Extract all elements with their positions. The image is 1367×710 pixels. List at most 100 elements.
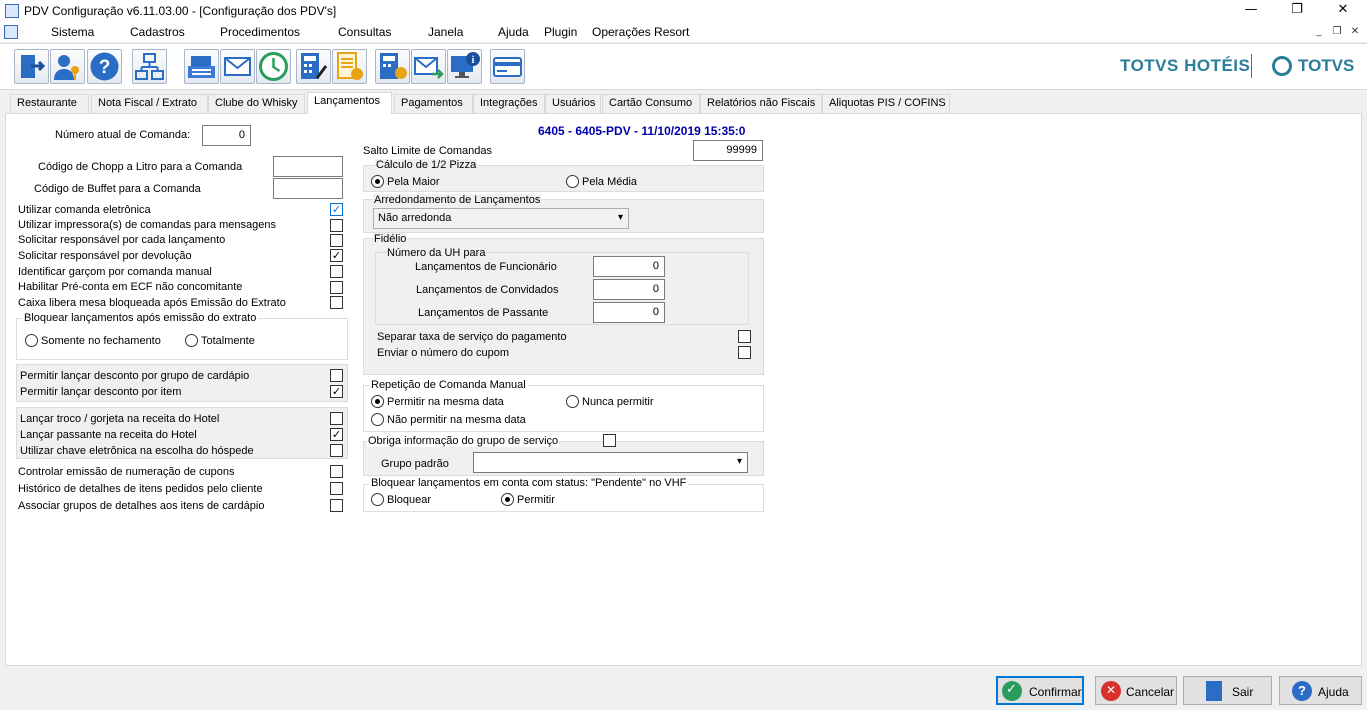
- menu-janela[interactable]: Janela: [428, 25, 463, 39]
- nunca-permitir-label: Nunca permitir: [582, 396, 654, 408]
- bloquear-radio[interactable]: [371, 493, 384, 506]
- opt-impressora-checkbox[interactable]: [330, 219, 343, 232]
- tab-clube-whisky[interactable]: Clube do Whisky: [208, 94, 305, 113]
- numero-atual-label: Número atual de Comanda:: [55, 129, 191, 141]
- tab-usuarios[interactable]: Usuários: [545, 94, 601, 113]
- tab-pagamentos[interactable]: Pagamentos: [394, 94, 473, 113]
- credit-card-icon[interactable]: [490, 49, 525, 84]
- menu-ajuda[interactable]: Ajuda: [498, 25, 529, 39]
- totalmente-label: Totalmente: [201, 335, 255, 347]
- desconto-item-checkbox[interactable]: ✓: [330, 385, 343, 398]
- maximize-button[interactable]: ❐: [1274, 0, 1320, 22]
- opt-responsavel-checkbox[interactable]: [330, 234, 343, 247]
- sair-button[interactable]: Sair: [1183, 676, 1272, 705]
- menu-procedimentos[interactable]: Procedimentos: [220, 25, 300, 39]
- chave-eletronica-label: Utilizar chave eletrônica na escolha do …: [20, 445, 254, 457]
- minimize-button[interactable]: —: [1228, 0, 1274, 22]
- opt-garcom-checkbox[interactable]: [330, 265, 343, 278]
- mdi-restore-button[interactable]: ❐: [1330, 26, 1344, 39]
- tab-restaurante[interactable]: Restaurante: [10, 94, 89, 113]
- enviar-cupom-label: Enviar o número do cupom: [377, 347, 510, 359]
- permitir-mesma-data-radio[interactable]: [371, 395, 384, 408]
- grupo-padrao-select[interactable]: ▾: [473, 452, 748, 473]
- troco-gorjeta-label: Lançar troco / gorjeta na receita do Hot…: [20, 413, 220, 425]
- troco-gorjeta-checkbox[interactable]: [330, 412, 343, 425]
- historico-detalhes-checkbox[interactable]: [330, 482, 343, 495]
- separar-taxa-checkbox[interactable]: [738, 330, 751, 343]
- pela-maior-radio[interactable]: [371, 175, 384, 188]
- desconto-grupo-checkbox[interactable]: [330, 369, 343, 382]
- numero-atual-input[interactable]: 0: [202, 125, 251, 146]
- permitir-radio[interactable]: [501, 493, 514, 506]
- clock-icon[interactable]: [256, 49, 291, 84]
- tab-lancamentos[interactable]: Lançamentos: [307, 92, 392, 114]
- window-title: PDV Configuração v6.11.03.00 - [Configur…: [24, 4, 337, 18]
- funcionario-input[interactable]: 0: [593, 256, 665, 277]
- tab-relatorios[interactable]: Relatórios não Fiscais: [700, 94, 822, 113]
- salto-limite-input[interactable]: 99999: [693, 140, 763, 161]
- tab-nota-fiscal[interactable]: Nota Fiscal / Extrato: [91, 94, 208, 113]
- chopp-label: Código de Chopp a Litro para a Comanda: [38, 161, 243, 173]
- convidados-label: Lançamentos de Convidados: [416, 284, 559, 296]
- document-icon[interactable]: [4, 25, 18, 39]
- sair-label: Sair: [1232, 685, 1254, 699]
- confirmar-button[interactable]: ✓ Confirmar: [996, 676, 1084, 705]
- numeracao-cupons-checkbox[interactable]: [330, 465, 343, 478]
- historico-detalhes-label: Histórico de detalhes de itens pedidos p…: [18, 483, 263, 495]
- menu-plugin[interactable]: Plugin: [544, 25, 577, 39]
- passante-hotel-checkbox[interactable]: ✓: [330, 428, 343, 441]
- calculator-money-icon[interactable]: [375, 49, 410, 84]
- enviar-cupom-checkbox[interactable]: [738, 346, 751, 359]
- pela-media-radio[interactable]: [566, 175, 579, 188]
- opt-garcom-label: Identificar garçom por comanda manual: [18, 266, 212, 278]
- somente-fechamento-radio[interactable]: [25, 334, 38, 347]
- chopp-input[interactable]: [273, 156, 343, 177]
- cash-register-icon[interactable]: [184, 49, 219, 84]
- arredondamento-select[interactable]: Não arredonda ▾: [373, 208, 629, 229]
- tab-integracoes[interactable]: Integrações: [473, 94, 545, 113]
- passante-input[interactable]: 0: [593, 302, 665, 323]
- mail-icon[interactable]: [220, 49, 255, 84]
- ajuda-button[interactable]: ? Ajuda: [1279, 676, 1362, 705]
- somente-fechamento-label: Somente no fechamento: [41, 335, 161, 347]
- totalmente-radio[interactable]: [185, 334, 198, 347]
- chave-eletronica-checkbox[interactable]: [330, 444, 343, 457]
- associar-grupos-checkbox[interactable]: [330, 499, 343, 512]
- hierarchy-icon[interactable]: [132, 49, 167, 84]
- obriga-grupo-checkbox[interactable]: [603, 434, 616, 447]
- convidados-input[interactable]: 0: [593, 279, 665, 300]
- opt-caixa-libera-label: Caixa libera mesa bloqueada após Emissão…: [18, 297, 286, 309]
- menu-consultas[interactable]: Consultas: [338, 25, 391, 39]
- help-icon[interactable]: ?: [87, 49, 122, 84]
- opt-preconta-checkbox[interactable]: [330, 281, 343, 294]
- document-coins-icon[interactable]: [332, 49, 367, 84]
- tab-row: Restaurante Nota Fiscal / Extrato Clube …: [5, 92, 1362, 114]
- menu-cadastros[interactable]: Cadastros: [130, 25, 185, 39]
- opt-comanda-eletronica-checkbox[interactable]: ✓: [330, 203, 343, 216]
- user-key-icon[interactable]: [50, 49, 85, 84]
- opt-caixa-libera-checkbox[interactable]: [330, 296, 343, 309]
- opt-devolucao-label: Solicitar responsável por devolução: [18, 250, 192, 262]
- pdv-header-info: 6405 - 6405-PDV - 11/10/2019 15:35:0: [538, 124, 746, 138]
- associar-grupos-label: Associar grupos de detalhes aos itens de…: [18, 500, 265, 512]
- fidelio-title: Fidélio: [373, 233, 408, 245]
- buffet-input[interactable]: [273, 178, 343, 199]
- nao-permitir-radio[interactable]: [371, 413, 384, 426]
- computer-info-icon[interactable]: i: [447, 49, 482, 84]
- calculator-edit-icon[interactable]: [296, 49, 331, 84]
- tab-aliquotas[interactable]: Aliquotas PIS / COFINS: [822, 94, 950, 113]
- cancelar-button[interactable]: ✕ Cancelar: [1095, 676, 1177, 705]
- mdi-minimize-button[interactable]: _: [1312, 26, 1326, 39]
- tab-cartao-consumo[interactable]: Cartão Consumo: [602, 94, 700, 113]
- grupo-padrao-label: Grupo padrão: [381, 458, 449, 470]
- close-button[interactable]: ✕: [1320, 0, 1366, 22]
- title-bar: PDV Configuração v6.11.03.00 - [Configur…: [0, 0, 1367, 22]
- opt-responsavel-label: Solicitar responsável por cada lançament…: [18, 234, 226, 246]
- opt-devolucao-checkbox[interactable]: ✓: [330, 249, 343, 262]
- exit-door-icon[interactable]: [14, 49, 49, 84]
- mail-send-icon[interactable]: [411, 49, 446, 84]
- menu-operacoes-resort[interactable]: Operações Resort: [592, 25, 689, 39]
- nunca-permitir-radio[interactable]: [566, 395, 579, 408]
- menu-sistema[interactable]: Sistema: [51, 25, 94, 39]
- mdi-close-button[interactable]: ✕: [1348, 26, 1362, 39]
